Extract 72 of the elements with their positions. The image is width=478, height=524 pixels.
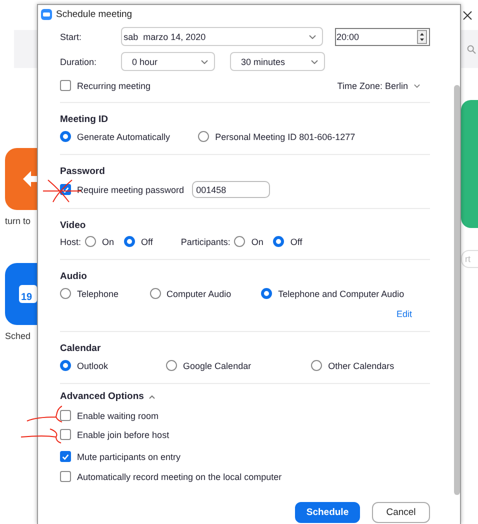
radio-button[interactable] — [311, 360, 322, 371]
radio-label: Telephone — [77, 288, 119, 298]
radio-label: On — [102, 236, 114, 246]
arrow-annotation — [26, 405, 62, 423]
minutes-dropdown[interactable]: 30 minutes — [230, 52, 325, 71]
checkbox-label: Require meeting password — [77, 184, 184, 194]
spinner-icon — [416, 30, 427, 44]
checkbox-label: Mute participants on entry — [77, 452, 181, 462]
video-camera-icon — [41, 8, 52, 20]
checkbox-label: Enable join before host — [77, 430, 170, 440]
chevron-down-icon — [311, 60, 318, 64]
checkbox[interactable] — [60, 429, 71, 440]
hours-dropdown[interactable]: 0 hour — [121, 52, 215, 71]
scrollbar-thumb[interactable] — [454, 85, 460, 495]
radio-button[interactable] — [60, 131, 71, 142]
radio-button[interactable] — [234, 236, 246, 247]
checkbox-label: Automatically record meeting on the local computer — [77, 472, 282, 482]
section-heading: Video — [60, 220, 87, 231]
cancel-button[interactable]: Cancel — [372, 502, 430, 523]
chevron-down-icon — [201, 60, 208, 64]
tile-label: turn to — [5, 216, 32, 226]
window-title: Schedule meeting — [56, 8, 132, 20]
checkbox[interactable] — [60, 451, 71, 462]
section-heading: Password — [60, 166, 106, 177]
radio-button[interactable] — [166, 360, 178, 371]
checkbox-label: Enable waiting room — [77, 410, 159, 420]
edit-link[interactable]: Edit — [396, 309, 412, 319]
radio-group-label: Host: — [60, 236, 82, 246]
checkbox[interactable] — [60, 410, 71, 421]
radio-group-label: Participants: — [180, 236, 230, 246]
caret-icon — [148, 394, 155, 398]
radio-button[interactable] — [60, 360, 71, 371]
radio-label: Off — [290, 236, 302, 246]
radio-button[interactable] — [273, 236, 284, 247]
date-dropdown[interactable]: sab marzo 14, 2020 — [120, 27, 323, 46]
radio-label: Generate Automatically — [77, 132, 170, 142]
radio-button[interactable] — [85, 236, 96, 247]
time-zone-dropdown[interactable]: Time Zone: Berlin — [337, 80, 420, 90]
time-field[interactable]: 20:00 — [334, 28, 430, 46]
advanced-options-toggle[interactable]: Advanced Options — [60, 391, 430, 402]
radio-label: Personal Meeting ID 801-606-1277 — [215, 132, 356, 142]
section-heading: Calendar — [60, 343, 102, 354]
radio-label: Telephone and Computer Audio — [278, 288, 404, 298]
start-label: Start: — [60, 32, 83, 42]
radio-button[interactable] — [60, 288, 71, 299]
section-heading: Audio — [60, 271, 88, 282]
section-heading: Meeting ID — [60, 114, 110, 125]
password-field[interactable]: 001458 — [192, 181, 270, 198]
calendar-icon: 19 — [19, 285, 37, 303]
radio-button[interactable] — [261, 288, 272, 299]
radio-label: Other Calendars — [328, 360, 394, 370]
radio-label: Outlook — [77, 360, 108, 370]
radio-label: Off — [141, 236, 153, 246]
radio-label: Google Calendar — [183, 360, 252, 370]
radio-button[interactable] — [150, 288, 161, 299]
tile-label: Sched — [5, 331, 32, 341]
radio-label: On — [251, 236, 264, 246]
radio-button[interactable] — [124, 236, 136, 247]
radio-label: Computer Audio — [166, 288, 232, 298]
search-icon[interactable] — [467, 44, 476, 54]
chevron-down-icon — [414, 84, 420, 88]
checkbox[interactable] — [60, 471, 71, 482]
checkbox-label: Recurring meeting — [77, 80, 151, 90]
close-icon[interactable] — [463, 11, 472, 20]
chevron-down-icon — [308, 34, 316, 38]
radio-button[interactable] — [198, 131, 210, 142]
schedule-tile[interactable]: 19 — [5, 263, 37, 325]
arrow-annotation — [20, 427, 62, 445]
schedule-button[interactable]: Schedule — [295, 502, 360, 523]
share-screen-tile[interactable] — [5, 148, 37, 210]
checkbox[interactable] — [60, 80, 71, 91]
duration-label: Duration: — [60, 56, 98, 66]
